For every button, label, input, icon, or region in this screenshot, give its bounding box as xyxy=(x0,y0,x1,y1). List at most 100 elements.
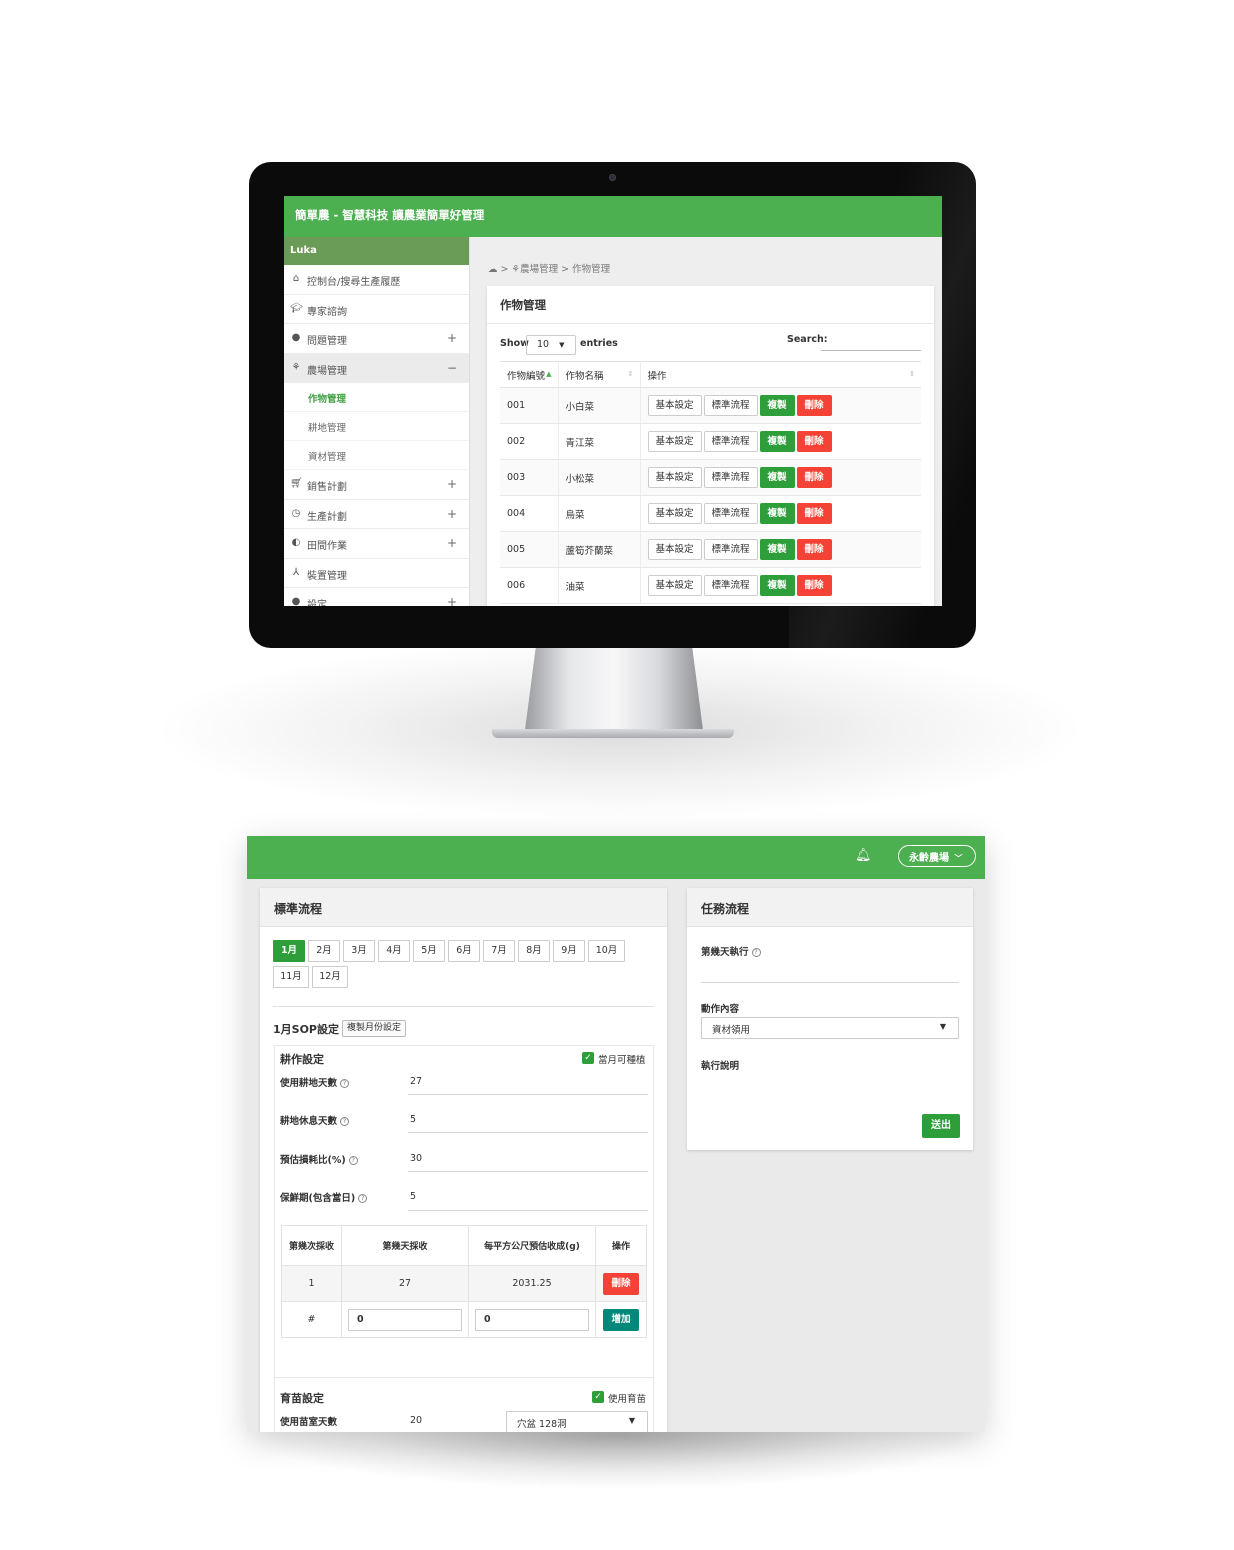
sidebar-item-label: 設定 xyxy=(307,600,327,606)
copy-button[interactable]: 複製 xyxy=(759,539,795,560)
loss-ratio-value[interactable]: 30 xyxy=(410,1153,422,1164)
expand-icon[interactable]: + xyxy=(447,331,457,345)
actions-cell: 增加 xyxy=(595,1301,647,1338)
sop-button[interactable]: 標準流程 xyxy=(703,503,758,524)
month-button[interactable]: 5月 xyxy=(413,940,445,962)
plantable-checkbox[interactable]: ✓ xyxy=(582,1052,594,1064)
day-input[interactable] xyxy=(701,982,959,983)
loss-ratio-input-line[interactable] xyxy=(408,1171,648,1172)
new-yield-cell: 0 xyxy=(468,1301,596,1338)
submenu-crop-management[interactable]: 作物管理 xyxy=(284,383,469,412)
add-button[interactable]: 增加 xyxy=(603,1308,639,1331)
delete-button[interactable]: 刪除 xyxy=(603,1272,639,1295)
delete-button[interactable]: 刪除 xyxy=(796,503,832,524)
harvest-yield: 2031.25 xyxy=(468,1265,596,1302)
expand-icon[interactable]: + xyxy=(447,507,457,521)
use-seedling-checkbox[interactable]: ✓ xyxy=(592,1391,604,1403)
land-days-value[interactable]: 27 xyxy=(410,1076,422,1087)
basic-settings-button[interactable]: 基本設定 xyxy=(647,431,702,452)
collapse-icon[interactable]: − xyxy=(447,361,457,375)
crop-management-card: 作物管理 Show 10 ▼ entries Search: 作物編號 ▲ 作物名… xyxy=(487,286,934,606)
sop-button[interactable]: 標準流程 xyxy=(703,467,758,488)
help-icon[interactable]: ? xyxy=(751,948,761,957)
rest-days-input-line[interactable] xyxy=(408,1132,648,1133)
cloud-icon[interactable]: ☁ xyxy=(488,264,498,275)
month-button[interactable]: 8月 xyxy=(518,940,550,962)
month-button[interactable]: 7月 xyxy=(483,940,515,962)
search-input[interactable] xyxy=(821,350,921,351)
sop-card-title: 標準流程 xyxy=(260,888,667,927)
basic-settings-button[interactable]: 基本設定 xyxy=(647,539,702,560)
copy-month-button[interactable]: 複製月份設定 xyxy=(342,1020,407,1037)
copy-button[interactable]: 複製 xyxy=(759,395,795,416)
submit-button[interactable]: 送出 xyxy=(922,1114,960,1138)
sidebar-item-settings[interactable]: ● 設定 + xyxy=(284,588,469,606)
expand-icon[interactable]: + xyxy=(447,595,457,606)
month-button[interactable]: 2月 xyxy=(308,940,340,962)
sop-button[interactable]: 標準流程 xyxy=(703,539,758,560)
seedling-days-value[interactable]: 20 xyxy=(410,1415,422,1426)
sidebar-item-devices[interactable]: ⅄ 裝置管理 xyxy=(284,559,469,588)
delete-button[interactable]: 刪除 xyxy=(796,467,832,488)
submenu-land-management[interactable]: 耕地管理 xyxy=(284,412,469,441)
sop-button[interactable]: 標準流程 xyxy=(703,431,758,452)
tray-select[interactable]: 穴盆 128洞 ▼ xyxy=(506,1411,648,1432)
search-label: Search: xyxy=(787,334,828,345)
basic-settings-button[interactable]: 基本設定 xyxy=(647,395,702,416)
tray-select-value: 穴盆 128洞 xyxy=(517,1419,567,1430)
month-button[interactable]: 12月 xyxy=(312,966,348,988)
sidebar-item-fieldwork[interactable]: ◐ 田間作業 + xyxy=(284,529,469,559)
delete-button[interactable]: 刪除 xyxy=(796,431,832,452)
copy-button[interactable]: 複製 xyxy=(759,575,795,596)
breadcrumb-parent[interactable]: 農場管理 xyxy=(520,264,558,275)
month-button[interactable]: 9月 xyxy=(553,940,585,962)
copy-button[interactable]: 複製 xyxy=(759,431,795,452)
help-icon[interactable]: ? xyxy=(358,1194,368,1203)
basic-settings-button[interactable]: 基本設定 xyxy=(647,503,702,524)
card-title: 作物管理 xyxy=(487,286,934,324)
month-button[interactable]: 10月 xyxy=(588,940,625,962)
sidebar-item-farm[interactable]: ⚘ 農場管理 − xyxy=(284,353,469,383)
sidebar-item-sales[interactable]: 🛒︎ 銷售計劃 + xyxy=(284,470,469,500)
expand-icon[interactable]: + xyxy=(447,477,457,491)
month-button[interactable]: 11月 xyxy=(273,966,309,988)
action-select[interactable]: 資材領用 ▼ xyxy=(701,1017,959,1039)
basic-settings-button[interactable]: 基本設定 xyxy=(647,575,702,596)
shelf-life-input-line[interactable] xyxy=(408,1210,648,1211)
month-button[interactable]: 6月 xyxy=(448,940,480,962)
delete-button[interactable]: 刪除 xyxy=(796,539,832,560)
sop-button[interactable]: 標準流程 xyxy=(703,395,758,416)
column-header-id[interactable]: 作物編號 ▲ xyxy=(500,361,558,388)
bell-icon[interactable]: 🔔︎ xyxy=(855,848,872,864)
basic-settings-button[interactable]: 基本設定 xyxy=(647,467,702,488)
rest-days-value[interactable]: 5 xyxy=(410,1114,416,1125)
expand-icon[interactable]: + xyxy=(447,536,457,550)
delete-button[interactable]: 刪除 xyxy=(796,395,832,416)
column-header-name[interactable]: 作物名稱 ⇕ xyxy=(557,361,640,388)
month-button[interactable]: 3月 xyxy=(343,940,375,962)
farm-selector[interactable]: 永齡農場 ﹀ xyxy=(898,845,976,867)
month-button[interactable]: 1月 xyxy=(273,940,305,962)
copy-button[interactable]: 複製 xyxy=(759,467,795,488)
sidebar-item-issues[interactable]: ● 問題管理 + xyxy=(284,324,469,354)
seedling-title: 育苗設定 xyxy=(280,1392,324,1405)
column-header-actions[interactable]: 操作 ⇕ xyxy=(639,361,921,388)
user-name[interactable]: Luka xyxy=(284,237,469,265)
sidebar-item-production[interactable]: ◷ 生產計劃 + xyxy=(284,500,469,529)
land-days-input-line[interactable] xyxy=(408,1094,648,1095)
new-yield-input[interactable]: 0 xyxy=(475,1308,589,1331)
sidebar-item-expert[interactable]: 🎓︎ 專家諮詢 xyxy=(284,295,469,324)
copy-button[interactable]: 複製 xyxy=(759,503,795,524)
submenu-material-management[interactable]: 資材管理 xyxy=(284,441,469,470)
delete-button[interactable]: 刪除 xyxy=(796,575,832,596)
month-button[interactable]: 4月 xyxy=(378,940,410,962)
page-size-select[interactable]: 10 ▼ xyxy=(526,335,576,355)
sidebar-item-dashboard[interactable]: ⌂ 控制台/搜尋生產履歷 xyxy=(284,265,469,295)
help-icon[interactable]: ? xyxy=(340,1079,350,1088)
new-day-input[interactable]: 0 xyxy=(348,1308,462,1331)
sop-button[interactable]: 標準流程 xyxy=(703,575,758,596)
help-icon[interactable]: ? xyxy=(340,1117,350,1126)
shelf-life-value[interactable]: 5 xyxy=(410,1191,416,1202)
cultivation-title: 耕作設定 xyxy=(280,1053,324,1066)
help-icon[interactable]: ? xyxy=(348,1156,358,1165)
